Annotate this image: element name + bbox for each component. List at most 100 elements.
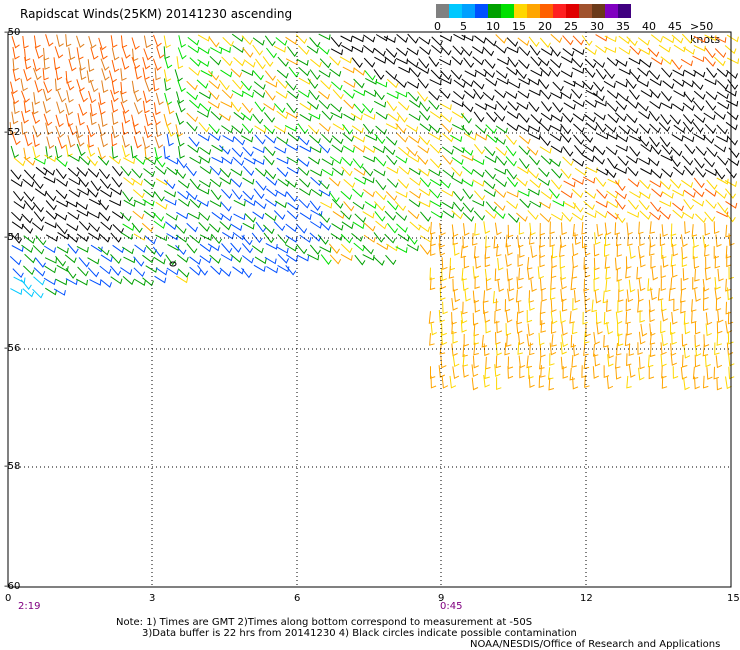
wind-barb [307, 101, 319, 110]
wind-barb [362, 244, 374, 255]
wind-barb [353, 103, 365, 114]
wind-barb [604, 222, 612, 236]
wind-barb [55, 212, 68, 221]
wind-barb [133, 278, 146, 286]
wind-barb [540, 301, 546, 315]
wind-barb [32, 201, 44, 213]
wind-barb [615, 366, 622, 380]
wind-barb [629, 246, 636, 259]
lon-label-3: 3 [149, 593, 156, 604]
wind-barb [264, 212, 277, 222]
wind-barb [121, 122, 129, 136]
wind-barb [559, 310, 566, 324]
wind-barb [396, 47, 408, 57]
wind-barb [273, 45, 286, 53]
wind-barb [384, 233, 396, 244]
wind-barb [187, 37, 200, 46]
wind-barb [395, 246, 408, 254]
wind-barb [11, 245, 24, 252]
wind-barb [528, 133, 541, 140]
wind-barb [420, 211, 432, 222]
wind-barb [672, 202, 684, 212]
wind-barb [24, 253, 36, 264]
wind-barb [373, 232, 385, 243]
wind-barb [706, 147, 718, 158]
wind-barb [121, 57, 130, 70]
wind-barb [495, 355, 502, 369]
wind-barb [23, 169, 36, 180]
wind-barb [142, 67, 150, 81]
wind-barb [295, 34, 308, 45]
wind-barb [475, 124, 487, 134]
wind-barb [704, 47, 716, 59]
wind-barb [515, 68, 527, 80]
wind-barb [660, 320, 666, 334]
wind-barb [42, 101, 51, 114]
wind-barb [673, 298, 679, 312]
wind-barb [373, 69, 385, 80]
wind-barb [55, 158, 68, 168]
wind-barb [287, 133, 300, 142]
wind-barb [11, 211, 23, 222]
wind-barb [111, 146, 119, 159]
wind-barb [561, 211, 573, 223]
wind-barb [418, 135, 431, 146]
wind-barb [585, 166, 598, 174]
wind-barb [693, 100, 705, 112]
wind-barb [122, 191, 133, 203]
wind-barb [595, 68, 607, 80]
wind-barb [342, 66, 355, 74]
wind-barb [592, 366, 599, 379]
wind-barb [176, 211, 189, 220]
wind-barb [472, 169, 485, 178]
wind-barb [704, 354, 711, 368]
wind-barb [571, 321, 578, 335]
wind-barb [354, 254, 366, 266]
wind-barb [56, 34, 64, 48]
wind-barb [330, 103, 342, 113]
wind-barb [329, 56, 341, 66]
wind-barb [607, 157, 618, 169]
wind-barb [67, 167, 80, 178]
wind-barb [133, 233, 146, 241]
wind-barb [199, 234, 212, 241]
wind-barb [198, 91, 212, 100]
wind-barb [43, 277, 56, 286]
wind-barb [472, 80, 485, 90]
wind-barb [233, 111, 246, 121]
wind-barb [112, 244, 125, 254]
wind-barb [287, 46, 299, 57]
wind-barb [385, 136, 398, 146]
wind-barb [189, 198, 202, 209]
wind-barb [317, 45, 330, 55]
wind-barb [120, 35, 128, 49]
wind-barb [452, 145, 465, 154]
wind-barb [298, 178, 311, 188]
wind-barb [88, 90, 97, 104]
wind-barb [196, 199, 209, 207]
wind-barb [484, 155, 497, 164]
wind-barb [56, 246, 69, 254]
wind-barb [438, 235, 445, 248]
wind-barb [639, 233, 645, 247]
wind-barb [680, 290, 686, 303]
wind-barb [309, 244, 321, 255]
wind-barb [428, 132, 441, 141]
wind-barb [362, 123, 374, 135]
wind-barb [211, 156, 224, 164]
wind-barb [342, 123, 354, 135]
wind-barb [518, 59, 530, 70]
wind-barb [618, 279, 624, 293]
wind-barb [264, 134, 277, 144]
wind-barb [691, 299, 697, 312]
wind-barb [660, 102, 673, 110]
wind-barb [133, 89, 142, 103]
wind-barb [550, 299, 557, 313]
wind-barb [132, 189, 145, 199]
wind-barb [133, 136, 142, 149]
wind-barb [451, 100, 464, 108]
wind-barb [428, 168, 441, 177]
wind-barb [178, 146, 185, 159]
wind-barb [233, 57, 245, 67]
wind-barb [716, 321, 723, 334]
